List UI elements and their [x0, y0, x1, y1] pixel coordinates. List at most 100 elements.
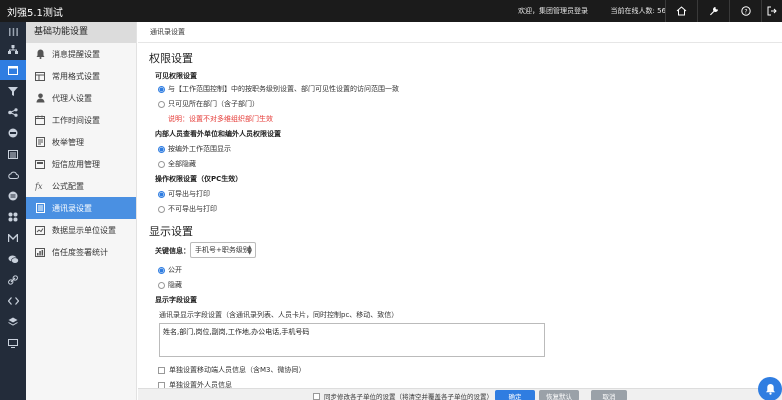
- cancel-button[interactable]: 取消: [591, 390, 627, 400]
- operate-option-export[interactable]: 可导出与打印: [158, 189, 210, 199]
- ok-button[interactable]: 确定: [495, 390, 535, 400]
- link-icon[interactable]: [0, 270, 26, 290]
- sidebar-item-work-time[interactable]: 工作时间设置: [26, 109, 136, 131]
- bell-icon: [35, 49, 45, 59]
- sort-arrows-icon: ▲ ▼: [247, 244, 252, 256]
- sidebar-item-sms[interactable]: 短信应用管理: [26, 153, 136, 175]
- option-label: 与【工作范围控制】中的按职务级别设置、部门可见性设置的访问范围一致: [168, 85, 399, 93]
- display-section-title: 显示设置: [149, 225, 193, 238]
- monitor-icon[interactable]: [0, 333, 26, 353]
- fields-description: 通讯录显示字段设置（含通讯录列表、人员卡片，同时控制pc、移动、致信）: [159, 311, 399, 319]
- grid-dots-icon[interactable]: [0, 186, 26, 206]
- option-label: 公开: [168, 266, 182, 274]
- home-icon[interactable]: [665, 0, 697, 22]
- mobile-info-checkbox[interactable]: 单独设置移动端人员信息（含M3、微协同）: [158, 365, 306, 375]
- bell-icon: [765, 384, 775, 395]
- option-label: 只可见所在部门（含子部门）: [168, 100, 259, 108]
- main-content: 权限设置 可见权限设置 与【工作范围控制】中的按职务级别设置、部门可见性设置的访…: [138, 43, 782, 391]
- stop-icon[interactable]: [0, 123, 26, 143]
- sidebar-item-contacts[interactable]: 通讯录设置: [26, 197, 136, 219]
- radio-unchecked[interactable]: [158, 160, 165, 168]
- sidebar: 基础功能设置 消息提醒设置 常用格式设置 代理人设置 工作时间设置 枚举管理 短…: [26, 22, 137, 400]
- assistant-bell-button[interactable]: [758, 377, 782, 400]
- table-icon: [35, 71, 45, 81]
- app-title: 刘强5.1测试: [7, 7, 63, 19]
- inner-option-hide[interactable]: 全部隐藏: [158, 159, 196, 169]
- option-label: 不可导出与打印: [168, 205, 217, 213]
- list-icon[interactable]: [0, 144, 26, 164]
- option-label: 单独设置移动端人员信息（含M3、微协同）: [169, 366, 306, 374]
- node-icon[interactable]: [0, 102, 26, 122]
- checkbox[interactable]: [158, 366, 165, 374]
- select-value: 手机号+职务级别: [195, 246, 250, 254]
- code-icon[interactable]: [0, 291, 26, 311]
- radio-unchecked[interactable]: [158, 281, 165, 289]
- radio-checked[interactable]: [158, 85, 165, 93]
- operate-permission-title: 操作权限设置（仅PC生效）: [155, 175, 243, 183]
- sidebar-item-label: 信任度签署统计: [52, 247, 108, 257]
- sidebar-item-label: 代理人设置: [52, 93, 92, 103]
- footer-bar: 同步修改各子单位的设置（将清空并覆盖各子单位的设置） 确定 恢复默认 取消: [138, 388, 782, 400]
- radio-unchecked[interactable]: [158, 100, 165, 108]
- chat-icon[interactable]: [0, 249, 26, 269]
- data-icon: [35, 225, 45, 235]
- cloud-icon[interactable]: [0, 165, 26, 185]
- sidebar-item-agent[interactable]: 代理人设置: [26, 87, 136, 109]
- inner-permission-title: 内部人员查看外单位和编外人员权限设置: [155, 130, 281, 138]
- fx-icon: fx: [35, 181, 45, 191]
- visible-option-range[interactable]: 与【工作范围控制】中的按职务级别设置、部门可见性设置的访问范围一致: [158, 84, 399, 94]
- reset-default-button[interactable]: 恢复默认: [539, 390, 579, 400]
- svg-text:fx: fx: [35, 182, 43, 191]
- sidebar-item-label: 短信应用管理: [52, 159, 100, 169]
- sms-icon: [35, 159, 45, 169]
- sidebar-item-data-unit[interactable]: 数据显示单位设置: [26, 219, 136, 241]
- radio-checked[interactable]: [158, 145, 165, 153]
- sidebar-item-label: 数据显示单位设置: [52, 225, 116, 235]
- sidebar-item-label: 消息提醒设置: [52, 49, 100, 59]
- radio-checked[interactable]: [158, 266, 165, 274]
- sync-label: 同步修改各子单位的设置（将清空并覆盖各子单位的设置）: [324, 393, 493, 400]
- visible-note: 说明：设置不对多维组织部门生效: [168, 115, 273, 123]
- checkbox[interactable]: [313, 392, 320, 400]
- radio-unchecked[interactable]: [158, 205, 165, 213]
- visible-option-department[interactable]: 只可见所在部门（含子部门）: [158, 99, 259, 109]
- permission-section-title: 权限设置: [149, 52, 193, 65]
- sidebar-item-label: 工作时间设置: [52, 115, 100, 125]
- sidebar-item-common-format[interactable]: 常用格式设置: [26, 65, 136, 87]
- key-info-label: 关键信息：: [155, 247, 190, 255]
- contacts-icon: [35, 203, 45, 213]
- breadcrumb: 通讯录设置: [138, 22, 782, 43]
- apps-icon[interactable]: [0, 207, 26, 227]
- option-label: 隐藏: [168, 281, 182, 289]
- svg-text:?: ?: [744, 8, 747, 15]
- logout-icon[interactable]: [761, 0, 782, 22]
- sync-checkbox[interactable]: 同步修改各子单位的设置（将清空并覆盖各子单位的设置）: [313, 391, 493, 400]
- sidebar-item-message-reminder[interactable]: 消息提醒设置: [26, 43, 136, 65]
- option-label: 按编外工作范围显示: [168, 145, 231, 153]
- icon-rail: [0, 22, 26, 400]
- sidebar-item-label: 通讯录设置: [52, 203, 92, 213]
- help-icon[interactable]: ?: [729, 0, 761, 22]
- clock-icon: [35, 115, 45, 125]
- funnel-icon[interactable]: [0, 81, 26, 101]
- sidebar-item-enum[interactable]: 枚举管理: [26, 131, 136, 153]
- sidebar-item-formula[interactable]: fx 公式配置: [26, 175, 136, 197]
- radio-checked[interactable]: [158, 190, 165, 198]
- fields-title: 显示字段设置: [155, 296, 197, 304]
- online-count: 当前在线人数: 56: [610, 7, 667, 15]
- wrench-icon[interactable]: [697, 0, 729, 22]
- key-info-select[interactable]: 手机号+职务级别 ▲ ▼: [190, 242, 256, 258]
- display-option-public[interactable]: 公开: [158, 265, 182, 275]
- org-icon[interactable]: [0, 39, 26, 59]
- sidebar-item-trust[interactable]: 信任度签署统计: [26, 241, 136, 263]
- layers-icon[interactable]: [0, 312, 26, 332]
- fields-textarea[interactable]: 姓名,部门,岗位,副岗,工作地,办公电话,手机号码: [159, 323, 545, 357]
- m-icon[interactable]: [0, 228, 26, 248]
- settings-window-icon[interactable]: [0, 60, 26, 80]
- display-option-hide[interactable]: 隐藏: [158, 280, 182, 290]
- inner-option-scope[interactable]: 按编外工作范围显示: [158, 144, 231, 154]
- doc-icon: [35, 137, 45, 147]
- sidebar-item-label: 公式配置: [52, 181, 84, 191]
- operate-option-no-export[interactable]: 不可导出与打印: [158, 204, 217, 214]
- welcome-text: 欢迎，集团管理员登录: [518, 7, 588, 15]
